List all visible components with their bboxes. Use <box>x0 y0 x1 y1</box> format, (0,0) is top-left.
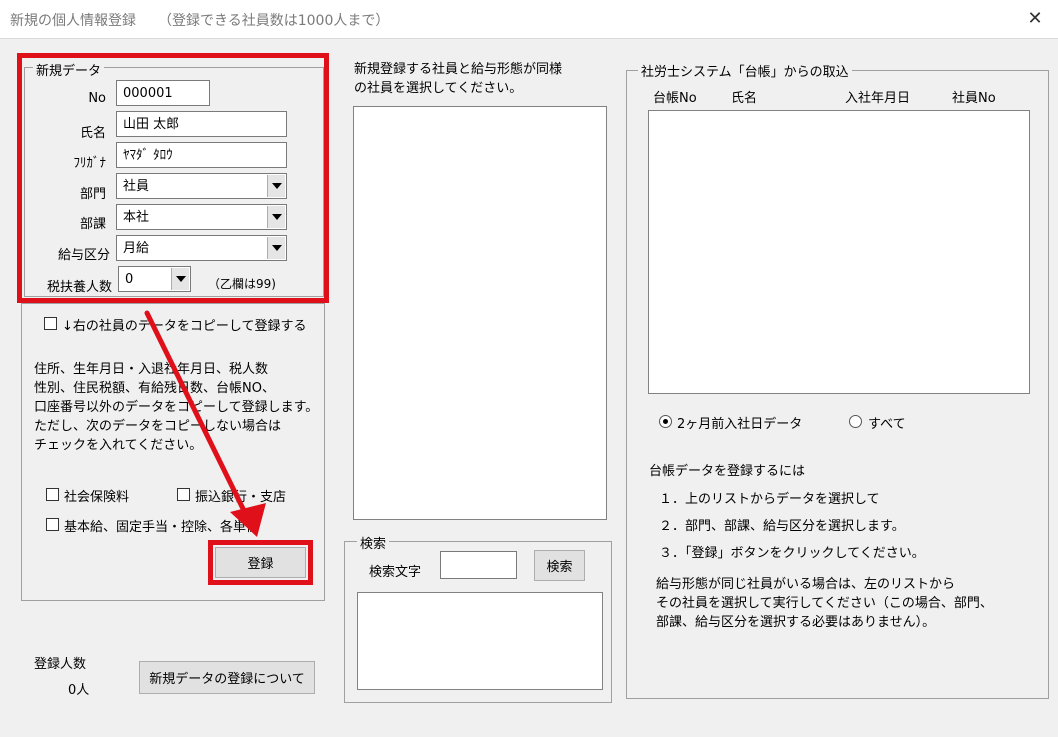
column-header-hire-date: 入社年月日 <box>845 91 911 106</box>
radio-all-label: すべて <box>868 417 906 432</box>
radio-recent-hires[interactable] <box>659 415 672 428</box>
search-label: 検索文字 <box>369 565 422 580</box>
column-header-ledger-no: 台帳No <box>653 91 697 106</box>
step-3: ３．「登録」ボタンをクリックしてください。 <box>659 546 925 561</box>
ledger-help-title: 台帳データを登録するには <box>649 464 806 479</box>
search-input[interactable] <box>440 551 517 579</box>
red-arrow-icon <box>144 310 266 537</box>
ledger-listbox[interactable] <box>648 110 1030 394</box>
close-icon[interactable]: ✕ <box>1020 4 1050 34</box>
employee-listbox[interactable] <box>353 106 607 520</box>
step-2: ２．部門、部課、給与区分を選択します。 <box>659 519 905 534</box>
count-value: 0人 <box>68 683 90 698</box>
radio-all[interactable] <box>849 415 862 428</box>
search-legend: 検索 <box>357 533 390 552</box>
about-new-data-button[interactable]: 新規データの登録について <box>139 661 315 694</box>
count-label: 登録人数 <box>34 657 87 672</box>
column-header-name: 氏名 <box>731 91 758 106</box>
search-results-listbox[interactable] <box>357 592 603 690</box>
search-button[interactable]: 検索 <box>534 550 585 581</box>
column-header-employee-no: 社員No <box>952 91 996 106</box>
employee-list-instruction: 新規登録する社員と給与形態が同様 の社員を選択してください。 <box>354 62 563 96</box>
ledger-steps: １．上のリストからデータを選択して ２．部門、部課、給与区分を選択します。 ３．… <box>659 486 925 567</box>
step-1: １．上のリストからデータを選択して <box>659 492 880 507</box>
radio-selected-dot <box>663 419 668 424</box>
ledger-import-legend: 社労士システム「台帳」からの取込 <box>638 61 852 80</box>
radio-recent-hires-label: 2ヶ月前入社日データ <box>677 417 803 432</box>
ledger-note: 給与形態が同じ社員がいる場合は、左のリストから その社員を選択して実行してくださ… <box>656 577 993 630</box>
